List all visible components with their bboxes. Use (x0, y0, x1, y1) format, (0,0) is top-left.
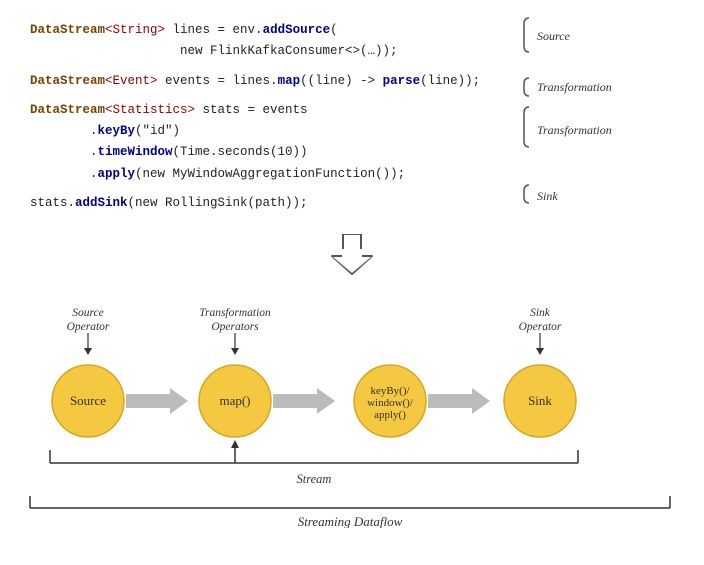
code-section: DataStream<String> lines = env.addSource… (20, 10, 684, 224)
svg-text:window()/: window()/ (367, 397, 414, 409)
svg-text:Source: Source (72, 307, 104, 319)
down-arrow-container (20, 234, 684, 276)
down-arrow-svg (327, 234, 377, 276)
svg-text:map(): map() (219, 393, 250, 408)
svg-text:Operators: Operators (211, 321, 259, 333)
svg-text:Transformation: Transformation (199, 307, 271, 319)
svg-text:Operator: Operator (67, 321, 110, 333)
svg-text:Stream: Stream (297, 472, 332, 486)
diagram-svg: Source Operator Transformation Operators… (20, 298, 684, 528)
svg-text:Source: Source (70, 393, 106, 408)
svg-text:keyBy()/: keyBy()/ (370, 385, 410, 397)
main-container: DataStream<String> lines = env.addSource… (0, 0, 704, 558)
diagram-section: Source Operator Transformation Operators… (20, 288, 684, 548)
svg-text:Sink: Sink (528, 393, 552, 408)
svg-text:Operator: Operator (519, 321, 562, 333)
svg-text:Streaming Dataflow: Streaming Dataflow (298, 514, 403, 528)
code-annotations-svg: Source Transformation Transformation Sin… (519, 10, 684, 224)
svg-text:Source: Source (537, 29, 571, 43)
svg-text:apply(): apply() (374, 409, 406, 421)
svg-text:Transformation: Transformation (537, 80, 612, 94)
svg-text:Sink: Sink (537, 189, 558, 203)
svg-text:Transformation: Transformation (537, 123, 612, 137)
svg-text:Sink: Sink (530, 307, 551, 319)
